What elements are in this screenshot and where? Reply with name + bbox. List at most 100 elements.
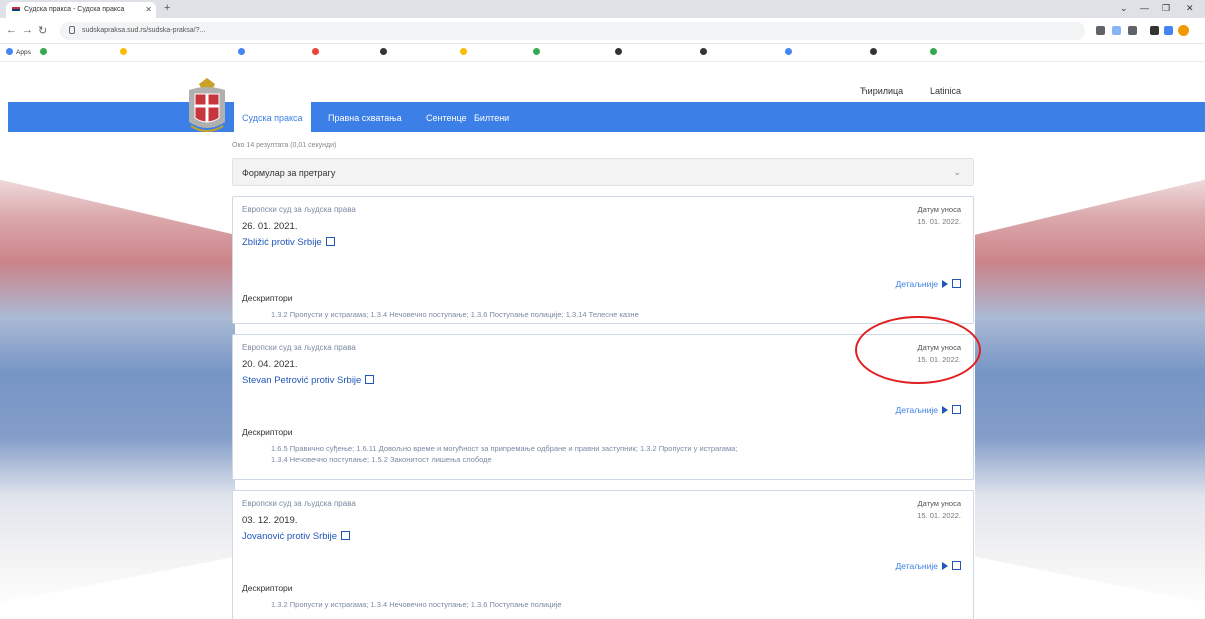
close-tab-icon[interactable]: ✕ — [145, 5, 152, 14]
bookmark-item[interactable] — [615, 48, 625, 56]
bookmark-item[interactable] — [785, 48, 795, 56]
browser-tab[interactable]: Судска пракса - Судска пракса ✕ — [6, 2, 156, 18]
decision-date: 20. 04. 2021. — [242, 359, 298, 370]
serbian-flag-favicon-icon — [12, 7, 20, 13]
details-link[interactable]: Детаљније — [895, 279, 961, 289]
case-link[interactable]: Stevan Petrović protiv Srbije — [242, 375, 375, 386]
maximize-window-button[interactable]: ❐ — [1162, 3, 1170, 14]
bookmark-label: Apps — [16, 49, 31, 56]
forward-arrow-icon[interactable]: → — [22, 24, 33, 36]
chevron-down-icon[interactable]: ⌄ — [1120, 3, 1128, 14]
chevron-down-icon: ⌄ — [953, 167, 961, 177]
bookmark-icon — [870, 48, 877, 55]
extension-icon[interactable] — [1096, 26, 1105, 35]
page-content: Ћирилица Latinica Судска пракса Правна с… — [0, 62, 1205, 619]
address-bar-url: sudskapraksa.sud.rs/sudska-praksa/?... — [82, 27, 206, 34]
profile-avatar[interactable] — [1178, 25, 1189, 36]
external-link-icon — [341, 531, 351, 540]
bookmark-item[interactable]: Apps — [6, 48, 31, 56]
extension-icon[interactable] — [1112, 26, 1121, 35]
bookmark-item[interactable] — [870, 48, 880, 56]
bookmark-icon — [930, 48, 937, 55]
entry-date: 15. 01. 2022. — [917, 511, 961, 520]
bookmark-icon — [700, 48, 707, 55]
court-name: Европски суд за људска права — [242, 205, 356, 214]
arrow-right-icon — [942, 406, 948, 414]
results-count: Око 14 резултата (0,01 секунди) — [232, 142, 337, 149]
court-name: Европски суд за људска права — [242, 343, 356, 352]
result-card: Европски суд за људска права 03. 12. 201… — [232, 490, 974, 619]
entry-date-label: Датум уноса — [917, 499, 962, 508]
descriptors-text: 1.6.5 Правично суђење; 1.6.11 Довољно вр… — [271, 444, 738, 453]
bookmark-item[interactable] — [312, 48, 322, 56]
arrow-right-icon — [942, 280, 948, 288]
search-form-toggle[interactable]: Формулар за претрагу ⌄ — [232, 158, 974, 186]
entry-date-label: Датум уноса — [917, 205, 962, 214]
bookmark-icon — [785, 48, 792, 55]
bookmark-item[interactable] — [380, 48, 390, 56]
case-link[interactable]: Jovanović protiv Srbije — [242, 531, 351, 542]
nav-item-bilteni[interactable]: Билтени — [474, 102, 509, 132]
red-circle-annotation — [855, 316, 981, 384]
bookmark-icon — [40, 48, 47, 55]
extension-icon[interactable] — [1150, 26, 1159, 35]
search-form-label: Формулар за претрагу — [242, 168, 336, 178]
external-link-icon — [365, 375, 375, 384]
bookmark-icon — [380, 48, 387, 55]
browser-tab-bar: Судска пракса - Судска пракса ✕ + ⌄ — ❐ … — [0, 0, 1205, 18]
apps-icon — [6, 48, 13, 55]
decision-date: 03. 12. 2019. — [242, 515, 298, 526]
descriptors-text: 1.3.2 Пропусти у истрагама; 1.3.4 Нечове… — [271, 600, 562, 609]
case-title: Stevan Petrović protiv Srbije — [242, 375, 362, 386]
external-link-icon — [952, 405, 961, 414]
cyrillic-link[interactable]: Ћирилица — [860, 86, 903, 96]
extension-icon[interactable] — [1164, 26, 1173, 35]
arrow-right-icon — [942, 562, 948, 570]
nav-item-pravna-shvatanja[interactable]: Правна схватања — [328, 102, 402, 132]
bookmark-item[interactable] — [930, 48, 940, 56]
browser-tab-title: Судска пракса - Судска пракса — [24, 6, 125, 13]
details-link[interactable]: Детаљније — [895, 405, 961, 415]
serbian-flag-background-right — [975, 179, 1205, 603]
back-arrow-icon[interactable]: ← — [6, 24, 17, 36]
close-window-button[interactable]: ✕ — [1186, 3, 1194, 14]
case-title: Jovanović protiv Srbije — [242, 531, 338, 542]
bookmark-icon — [120, 48, 127, 55]
nav-item-sentence[interactable]: Сентенце — [426, 102, 467, 132]
bookmarks-bar: Apps — [0, 44, 1205, 62]
address-bar[interactable]: sudskapraksa.sud.rs/sudska-praksa/?... — [60, 22, 1085, 40]
descriptors-label: Дескриптори — [242, 427, 293, 437]
bookmark-item[interactable] — [238, 48, 248, 56]
bookmark-item[interactable] — [533, 48, 543, 56]
extension-icon[interactable] — [1128, 26, 1137, 35]
entry-date: 15. 01. 2022. — [917, 217, 961, 226]
case-link[interactable]: Zbližić protiv Srbije — [242, 237, 335, 248]
external-link-icon — [325, 237, 335, 246]
court-name: Европски суд за људска права — [242, 499, 356, 508]
bookmark-item[interactable] — [700, 48, 710, 56]
bookmark-icon — [533, 48, 540, 55]
browser-toolbar: ← → ↻ sudskapraksa.sud.rs/sudska-praksa/… — [0, 18, 1205, 44]
bookmark-icon — [615, 48, 622, 55]
details-link[interactable]: Детаљније — [895, 561, 961, 571]
descriptors-text: 1.3.4 Нечовечно поступање; 1.5.2 Законит… — [271, 455, 492, 464]
reload-icon[interactable]: ↻ — [38, 24, 47, 37]
latinica-link[interactable]: Latinica — [930, 86, 961, 96]
details-label: Детаљније — [895, 561, 939, 571]
minimize-window-button[interactable]: — — [1140, 3, 1149, 13]
bookmark-item[interactable] — [120, 48, 130, 56]
lock-icon — [69, 26, 75, 34]
case-title: Zbližić protiv Srbije — [242, 237, 322, 248]
bookmark-icon — [460, 48, 467, 55]
nav-item-sudska-praksa[interactable]: Судска пракса — [234, 102, 311, 132]
details-label: Детаљније — [895, 405, 939, 415]
new-tab-button[interactable]: + — [164, 2, 170, 14]
bookmark-item[interactable] — [460, 48, 470, 56]
bookmark-item[interactable] — [40, 48, 50, 56]
details-label: Детаљније — [895, 279, 939, 289]
result-card: Европски суд за људска права 26. 01. 202… — [232, 196, 974, 324]
decision-date: 26. 01. 2021. — [242, 221, 298, 232]
serbian-coat-of-arms-icon — [189, 78, 225, 132]
bookmark-icon — [238, 48, 245, 55]
external-link-icon — [952, 279, 961, 288]
